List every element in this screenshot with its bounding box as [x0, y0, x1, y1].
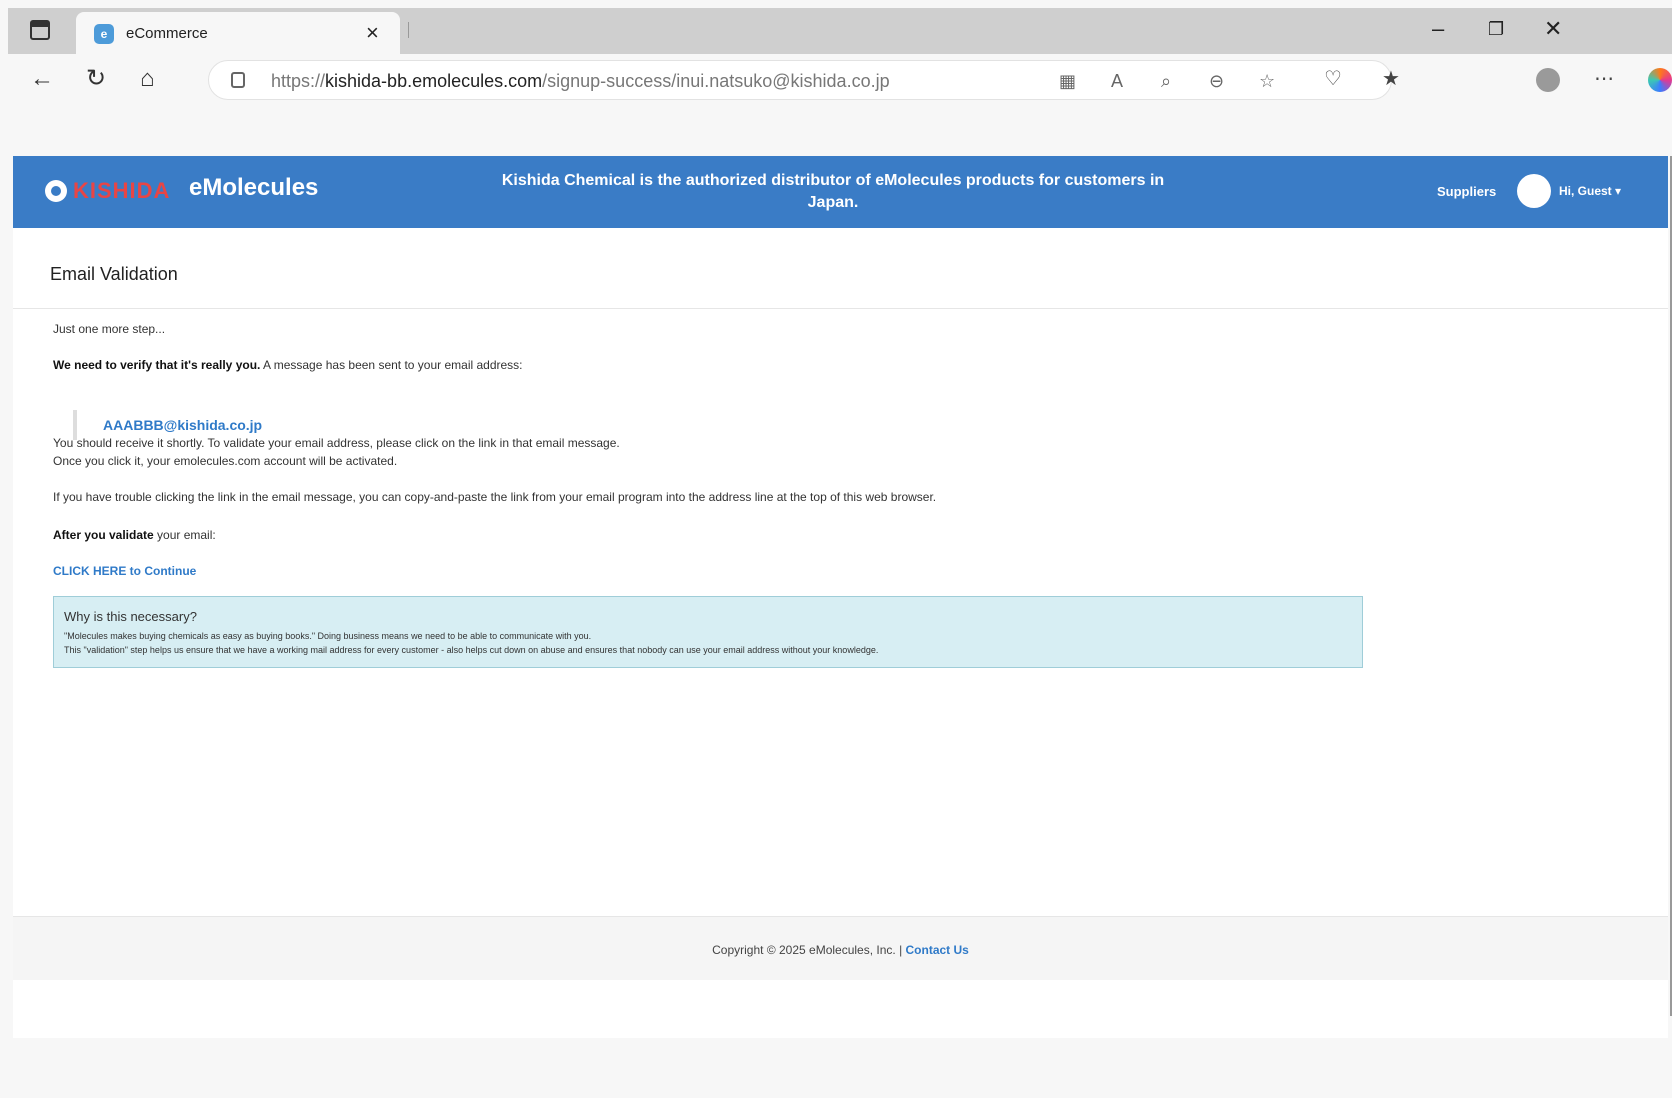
- tab-ecommerce[interactable]: e eCommerce ×: [76, 12, 400, 54]
- why-title: Why is this necessary?: [64, 609, 197, 624]
- home-icon[interactable]: ⌂: [140, 64, 155, 94]
- favorites-icon[interactable]: ★: [1382, 66, 1400, 92]
- translate-icon[interactable]: A: [1111, 69, 1123, 93]
- restore-icon[interactable]: ❐: [1488, 14, 1504, 44]
- receive-line-1: You should receive it shortly. To valida…: [53, 436, 620, 450]
- browser-essentials-icon[interactable]: ♡: [1324, 66, 1342, 92]
- why-line-2: This "validation" step helps us ensure t…: [64, 645, 879, 655]
- title-divider: [13, 308, 1668, 309]
- footer-text: Copyright © 2025 eMolecules, Inc. | Cont…: [712, 943, 969, 957]
- minimize-icon[interactable]: –: [1432, 14, 1444, 44]
- email-address: AAABBB@kishida.co.jp: [103, 417, 263, 433]
- tab-separator: [408, 22, 409, 38]
- favicon-icon: e: [94, 24, 114, 44]
- browser-toolbar: ← ↻ ⌂ https://kishida-bb.emolecules.com/…: [8, 54, 1672, 104]
- more-menu-icon[interactable]: ⋯: [1594, 66, 1614, 92]
- user-menu-dropdown[interactable]: Hi, Guest ▾: [1559, 184, 1621, 198]
- refresh-icon[interactable]: ↻: [86, 64, 106, 94]
- why-line-1: "Molecules makes buying chemicals as eas…: [64, 631, 592, 641]
- site-footer: Copyright © 2025 eMolecules, Inc. | Cont…: [13, 916, 1668, 980]
- tab-actions-icon[interactable]: [30, 20, 50, 40]
- site-header: KISHIDA eMolecules Kishida Chemical is t…: [13, 156, 1668, 228]
- favorite-star-icon[interactable]: ☆: [1259, 69, 1275, 93]
- contact-us-link[interactable]: Contact Us: [906, 943, 969, 957]
- back-icon[interactable]: ←: [30, 64, 54, 94]
- url-text: https://kishida-bb.emolecules.com/signup…: [271, 71, 890, 91]
- logo-kishida[interactable]: KISHIDA: [73, 178, 170, 204]
- reader-view-icon[interactable]: ▦: [1059, 69, 1076, 93]
- page-viewport: KISHIDA eMolecules Kishida Chemical is t…: [13, 156, 1668, 1038]
- step-text: Just one more step...: [53, 322, 166, 336]
- address-bar[interactable]: https://kishida-bb.emolecules.com/signup…: [208, 60, 1392, 100]
- profile-icon[interactable]: [1536, 68, 1560, 92]
- tracking-icon[interactable]: ⊖: [1209, 69, 1224, 93]
- trouble-text: If you have trouble clicking the link in…: [53, 490, 937, 504]
- distributor-message: Kishida Chemical is the authorized distr…: [501, 172, 1165, 211]
- zoom-icon[interactable]: ⌕: [1161, 69, 1171, 93]
- tab-title: eCommerce: [126, 25, 208, 42]
- page-title: Email Validation: [50, 264, 178, 284]
- tab-strip: e eCommerce × – ❐ ✕: [8, 8, 1672, 54]
- continue-link[interactable]: CLICK HERE to Continue: [53, 564, 196, 578]
- user-avatar[interactable]: [1517, 174, 1551, 208]
- logo-mark-icon: [45, 180, 67, 202]
- close-tab-icon[interactable]: ×: [366, 20, 379, 46]
- close-window-icon[interactable]: ✕: [1544, 14, 1562, 44]
- why-info-box: Why is this necessary? "Molecules makes …: [53, 596, 1363, 668]
- suppliers-link[interactable]: Suppliers: [1437, 184, 1496, 199]
- logo-emolecules[interactable]: eMolecules: [189, 174, 318, 202]
- after-validate-text: After you validate your email:: [53, 528, 216, 542]
- verify-text: We need to verify that it's really you. …: [53, 358, 523, 372]
- lock-icon[interactable]: [231, 72, 245, 88]
- copilot-icon[interactable]: [1648, 68, 1672, 92]
- browser-window: e eCommerce × – ❐ ✕ ← ↻ ⌂ https://kishid…: [8, 8, 1672, 1098]
- receive-line-2: Once you click it, your emolecules.com a…: [53, 454, 398, 468]
